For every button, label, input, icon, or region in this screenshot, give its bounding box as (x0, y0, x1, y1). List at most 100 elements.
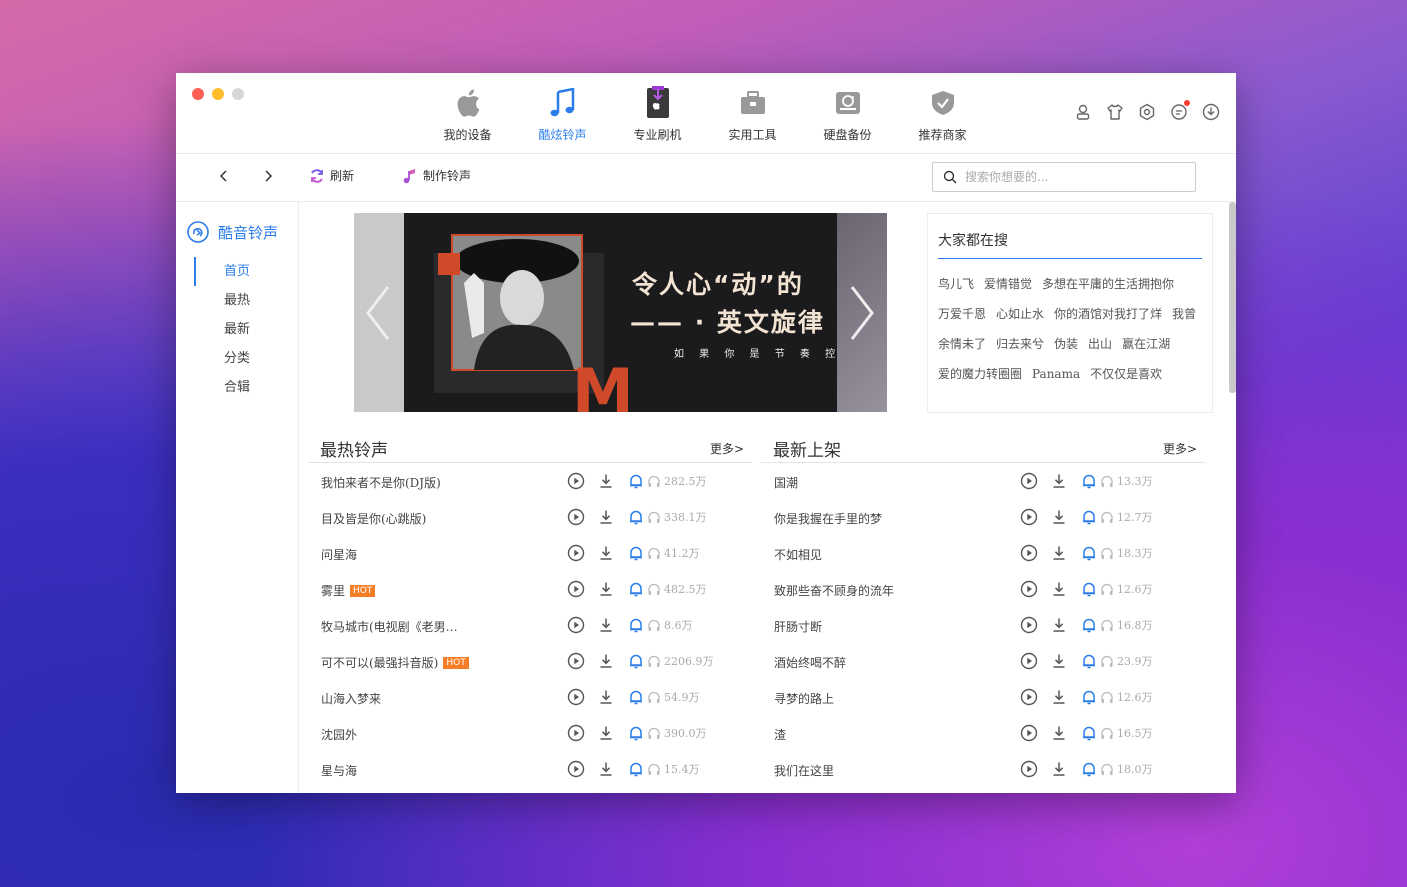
download-icon[interactable] (1050, 544, 1068, 562)
banner-next-icon[interactable] (848, 283, 878, 343)
song-row[interactable]: 牧马城市(电视剧《老男… 8.6万 (308, 607, 752, 643)
sidebar-item-hottest[interactable]: 最热 (194, 286, 250, 315)
song-title[interactable]: 我怕来者不是你(DJ版) (321, 474, 441, 491)
hot-search-tag[interactable]: 鸟儿飞 (938, 277, 974, 291)
tab-disk-backup[interactable]: 硬盘备份 (800, 85, 895, 143)
download-icon[interactable] (1050, 472, 1068, 490)
download-icon[interactable] (1050, 580, 1068, 598)
download-icon[interactable] (597, 508, 615, 526)
sidebar-item-newest[interactable]: 最新 (194, 315, 250, 344)
play-icon[interactable] (567, 508, 585, 526)
tab-my-device[interactable]: 我的设备 (420, 85, 515, 143)
tab-merchants[interactable]: 推荐商家 (895, 85, 990, 143)
song-title[interactable]: 牧马城市(电视剧《老男… (321, 618, 458, 635)
song-title[interactable]: 寻梦的路上 (774, 690, 834, 707)
content-scrollbar[interactable] (1229, 202, 1236, 393)
banner-prev-icon[interactable] (362, 283, 392, 343)
set-ringtone-bell-icon[interactable] (627, 508, 645, 526)
song-title[interactable]: 山海入梦来 (321, 690, 381, 707)
play-icon[interactable] (567, 616, 585, 634)
hot-search-tag[interactable]: 心如止水 (996, 307, 1044, 321)
download-icon[interactable] (597, 724, 615, 742)
set-ringtone-bell-icon[interactable] (1080, 472, 1098, 490)
hot-search-tag[interactable]: 不仅仅是喜欢 (1090, 367, 1162, 381)
play-icon[interactable] (1020, 616, 1038, 634)
search-input[interactable] (963, 169, 1167, 185)
download-icon[interactable] (597, 688, 615, 706)
set-ringtone-bell-icon[interactable] (627, 724, 645, 742)
song-row[interactable]: 山海入梦来 54.9万 (308, 679, 752, 715)
set-ringtone-bell-icon[interactable] (1080, 688, 1098, 706)
tab-flash[interactable]: 专业刷机 (610, 85, 705, 143)
hottest-more-link[interactable]: 更多> (710, 440, 744, 457)
song-title[interactable]: 问星海 (321, 546, 357, 563)
settings-icon[interactable] (1138, 103, 1156, 121)
song-title[interactable]: 星与海 (321, 762, 357, 779)
song-title[interactable]: 目及皆是你(心跳版) (321, 510, 426, 527)
song-title[interactable]: 我们在这里 (774, 762, 834, 779)
hot-search-tag[interactable]: 出山 (1088, 337, 1112, 351)
song-row[interactable]: 可不可以(最强抖音版) HOT 2206.9万 (308, 643, 752, 679)
set-ringtone-bell-icon[interactable] (1080, 544, 1098, 562)
song-row[interactable]: 你是我握在手里的梦 12.7万 (761, 499, 1205, 535)
download-icon[interactable] (597, 760, 615, 778)
song-title[interactable]: 不如相见 (774, 546, 822, 563)
download-icon[interactable] (597, 544, 615, 562)
play-icon[interactable] (567, 472, 585, 490)
play-icon[interactable] (567, 760, 585, 778)
download-icon[interactable] (1050, 508, 1068, 526)
download-icon[interactable] (1050, 652, 1068, 670)
song-row[interactable]: 致那些奋不顾身的流年 12.6万 (761, 571, 1205, 607)
download-icon[interactable] (1202, 103, 1220, 121)
song-row[interactable]: 雾里 HOT 482.5万 (308, 571, 752, 607)
set-ringtone-bell-icon[interactable] (1080, 616, 1098, 634)
make-ringtone-button[interactable]: 制作铃声 (402, 167, 471, 184)
tab-tools[interactable]: 实用工具 (705, 85, 800, 143)
set-ringtone-bell-icon[interactable] (627, 616, 645, 634)
hot-search-tag[interactable]: 你的酒馆对我打了烊 (1054, 307, 1162, 321)
set-ringtone-bell-icon[interactable] (1080, 508, 1098, 526)
download-icon[interactable] (597, 580, 615, 598)
play-icon[interactable] (1020, 724, 1038, 742)
song-row[interactable]: 沈园外 390.0万 (308, 715, 752, 751)
hot-search-tag[interactable]: 爱的魔力转圈圈 (938, 367, 1022, 381)
hot-search-tag[interactable]: 归去来兮 (996, 337, 1044, 351)
newest-more-link[interactable]: 更多> (1163, 440, 1197, 457)
set-ringtone-bell-icon[interactable] (1080, 652, 1098, 670)
set-ringtone-bell-icon[interactable] (627, 760, 645, 778)
song-title[interactable]: 致那些奋不顾身的流年 (774, 582, 894, 599)
download-icon[interactable] (1050, 760, 1068, 778)
play-icon[interactable] (567, 724, 585, 742)
hot-search-tag[interactable]: 伪装 (1054, 337, 1078, 351)
song-row[interactable]: 寻梦的路上 12.6万 (761, 679, 1205, 715)
download-icon[interactable] (597, 652, 615, 670)
song-row[interactable]: 国潮 13.3万 (761, 463, 1205, 499)
song-row[interactable]: 酒始终喝不醉 23.9万 (761, 643, 1205, 679)
play-icon[interactable] (567, 652, 585, 670)
download-icon[interactable] (597, 616, 615, 634)
song-title[interactable]: 沈园外 (321, 726, 357, 743)
play-icon[interactable] (567, 544, 585, 562)
back-button[interactable] (218, 169, 230, 183)
tab-ringtones[interactable]: 酷炫铃声 (515, 85, 610, 143)
download-icon[interactable] (1050, 616, 1068, 634)
hot-search-tag[interactable]: 我曾 (1172, 307, 1196, 321)
set-ringtone-bell-icon[interactable] (627, 688, 645, 706)
hot-search-tag[interactable]: 赢在江湖 (1122, 337, 1170, 351)
download-icon[interactable] (597, 472, 615, 490)
song-row[interactable]: 我怕来者不是你(DJ版) 282.5万 (308, 463, 752, 499)
song-title[interactable]: 酒始终喝不醉 (774, 654, 846, 671)
set-ringtone-bell-icon[interactable] (627, 544, 645, 562)
set-ringtone-bell-icon[interactable] (627, 652, 645, 670)
refresh-button[interactable]: 刷新 (309, 167, 354, 184)
play-icon[interactable] (567, 580, 585, 598)
hot-search-tag[interactable]: 多想在平庸的生活拥抱你 (1042, 277, 1174, 291)
play-icon[interactable] (1020, 688, 1038, 706)
hot-search-tag[interactable]: 爱情错觉 (984, 277, 1032, 291)
song-title[interactable]: 肝肠寸断 (774, 618, 822, 635)
song-title[interactable]: 国潮 (774, 474, 798, 491)
set-ringtone-bell-icon[interactable] (627, 472, 645, 490)
play-icon[interactable] (1020, 508, 1038, 526)
song-row[interactable]: 目及皆是你(心跳版) 338.1万 (308, 499, 752, 535)
song-title[interactable]: 渣 (774, 726, 786, 743)
